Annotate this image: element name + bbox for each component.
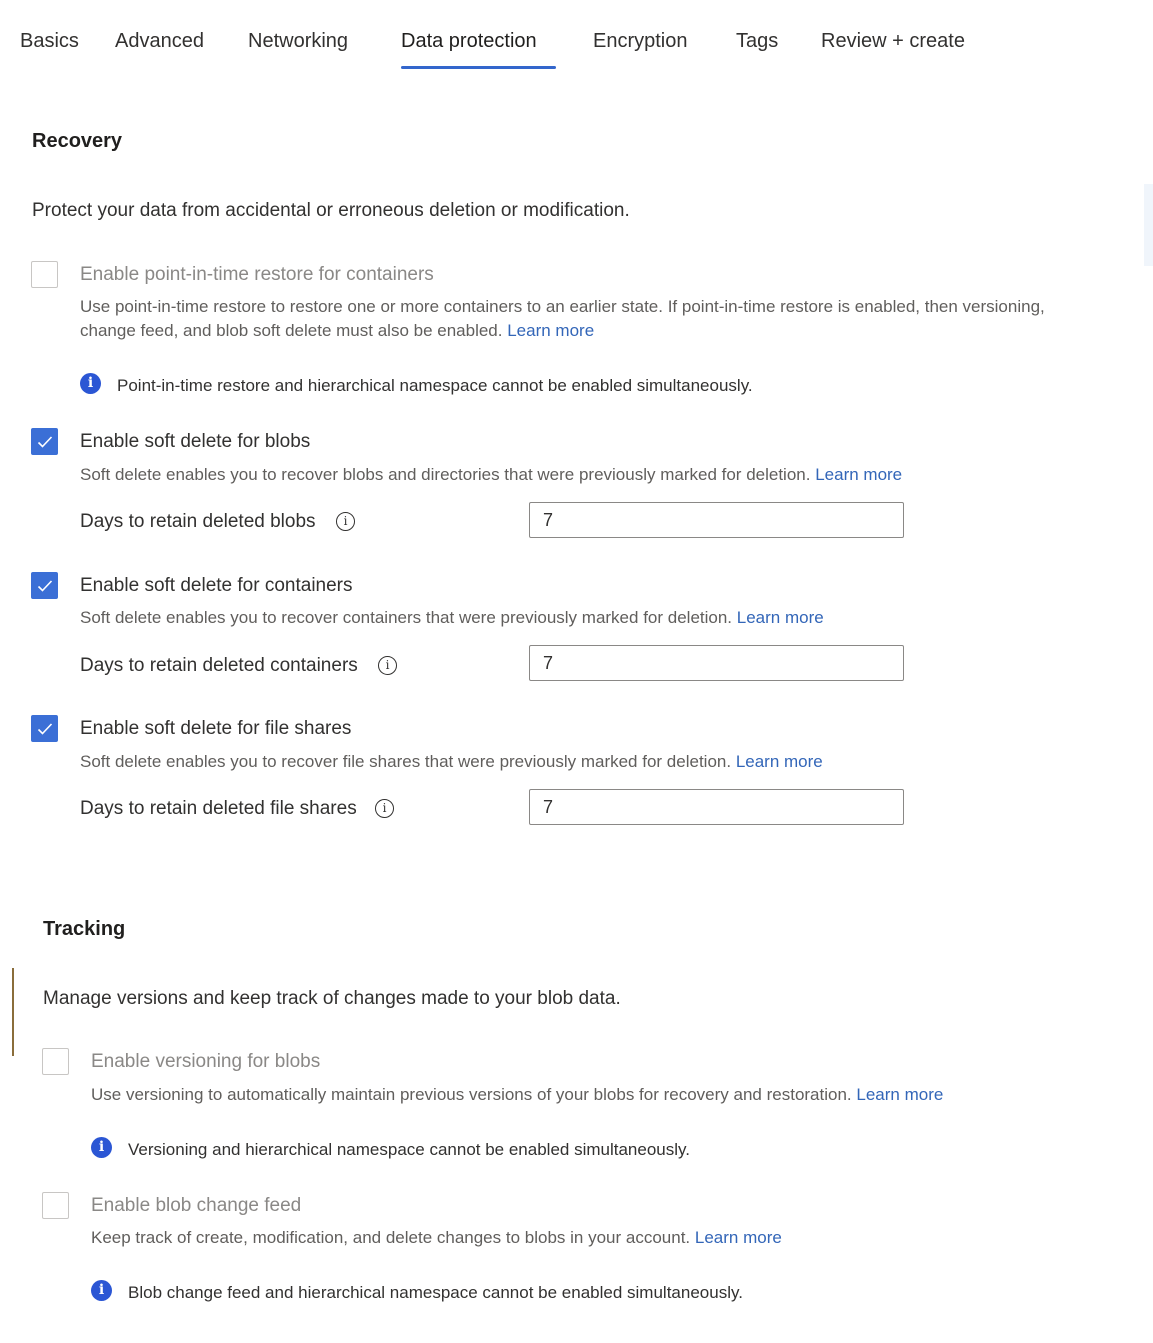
pitr-info-message: Point-in-time restore and hierarchical n…: [117, 376, 753, 395]
recovery-description: Protect your data from accidental or err…: [32, 200, 630, 221]
tab-advanced[interactable]: Advanced: [115, 30, 204, 53]
pitr-help: Use point-in-time restore to restore one…: [80, 295, 1140, 343]
tab-networking[interactable]: Networking: [248, 30, 348, 53]
tracking-heading: Tracking: [43, 918, 126, 940]
checkmark-icon: [37, 580, 53, 592]
info-icon: i: [91, 1137, 112, 1158]
soft-delete-blobs-checkbox[interactable]: [31, 428, 58, 455]
tab-tags[interactable]: Tags: [736, 30, 778, 53]
tooltip-info-icon[interactable]: i: [336, 512, 355, 531]
tab-basics[interactable]: Basics: [20, 30, 79, 53]
soft-delete-containers-label: Enable soft delete for containers: [80, 575, 353, 596]
versioning-help: Use versioning to automatically maintain…: [91, 1083, 943, 1107]
info-icon: i: [80, 373, 101, 394]
change-feed-info-message: Blob change feed and hierarchical namesp…: [128, 1283, 743, 1302]
active-tab-indicator: [401, 66, 556, 69]
soft-delete-file-shares-help-text: Soft delete enables you to recover file …: [80, 752, 732, 771]
soft-delete-blobs-learn-more-link[interactable]: Learn more: [815, 465, 902, 484]
checkmark-icon: [37, 723, 53, 735]
scrollbar-thumb[interactable]: [1144, 184, 1153, 266]
tab-encryption[interactable]: Encryption: [593, 30, 688, 53]
versioning-checkbox[interactable]: [42, 1048, 69, 1075]
versioning-info-message: Versioning and hierarchical namespace ca…: [128, 1140, 690, 1159]
change-feed-label: Enable blob change feed: [91, 1195, 302, 1216]
tracking-description: Manage versions and keep track of change…: [43, 988, 621, 1009]
pitr-learn-more-link[interactable]: Learn more: [507, 321, 594, 340]
change-feed-help-text: Keep track of create, modification, and …: [91, 1228, 691, 1247]
change-feed-help: Keep track of create, modification, and …: [91, 1226, 782, 1250]
recovery-heading: Recovery: [32, 130, 123, 152]
checkmark-icon: [37, 436, 53, 448]
versioning-label: Enable versioning for blobs: [91, 1051, 321, 1072]
tab-bar: Basics Advanced Networking Data protecti…: [0, 0, 1153, 80]
soft-delete-containers-learn-more-link[interactable]: Learn more: [737, 608, 824, 627]
soft-delete-containers-checkbox[interactable]: [31, 572, 58, 599]
soft-delete-file-shares-help: Soft delete enables you to recover file …: [80, 750, 823, 774]
days-retain-file-shares-input[interactable]: [529, 789, 904, 825]
soft-delete-containers-help-text: Soft delete enables you to recover conta…: [80, 608, 733, 627]
soft-delete-blobs-help-text: Soft delete enables you to recover blobs…: [80, 465, 811, 484]
versioning-learn-more-link[interactable]: Learn more: [856, 1085, 943, 1104]
days-retain-containers-label: Days to retain deleted containers: [80, 655, 358, 676]
days-retain-file-shares-label: Days to retain deleted file shares: [80, 798, 357, 819]
soft-delete-blobs-label: Enable soft delete for blobs: [80, 431, 311, 452]
info-icon: i: [91, 1280, 112, 1301]
soft-delete-file-shares-checkbox[interactable]: [31, 715, 58, 742]
pitr-checkbox[interactable]: [31, 261, 58, 288]
days-retain-blobs-label: Days to retain deleted blobs: [80, 511, 316, 532]
pitr-help-line1: Use point-in-time restore to restore one…: [80, 297, 1045, 316]
focus-indicator: [12, 968, 14, 1056]
soft-delete-blobs-help: Soft delete enables you to recover blobs…: [80, 463, 902, 487]
days-retain-blobs-input[interactable]: [529, 502, 904, 538]
soft-delete-file-shares-label: Enable soft delete for file shares: [80, 718, 352, 739]
versioning-help-text: Use versioning to automatically maintain…: [91, 1085, 852, 1104]
change-feed-learn-more-link[interactable]: Learn more: [695, 1228, 782, 1247]
tooltip-info-icon[interactable]: i: [375, 799, 394, 818]
pitr-help-line2: change feed, and blob soft delete must a…: [80, 321, 503, 340]
soft-delete-containers-help: Soft delete enables you to recover conta…: [80, 606, 824, 630]
change-feed-checkbox[interactable]: [42, 1192, 69, 1219]
tooltip-info-icon[interactable]: i: [378, 656, 397, 675]
tab-data-protection[interactable]: Data protection: [401, 30, 537, 53]
tab-review-create[interactable]: Review + create: [821, 30, 965, 53]
pitr-label: Enable point-in-time restore for contain…: [80, 264, 434, 285]
days-retain-containers-input[interactable]: [529, 645, 904, 681]
soft-delete-file-shares-learn-more-link[interactable]: Learn more: [736, 752, 823, 771]
